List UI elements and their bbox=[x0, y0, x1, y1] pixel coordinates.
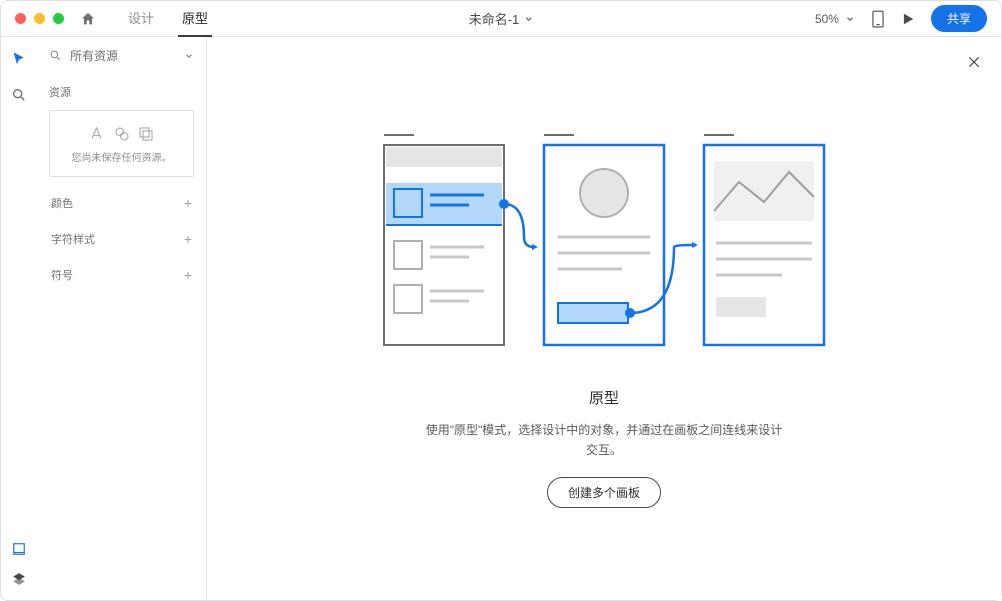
topbar-right: 50% 共享 bbox=[815, 5, 987, 32]
assets-empty-message: 您尚未保存任何资源。 bbox=[58, 151, 185, 166]
canvas: 原型 使用"原型"模式，选择设计中的对象，并通过在画板之间连线来设计交互。 创建… bbox=[207, 37, 1001, 600]
share-button[interactable]: 共享 bbox=[931, 5, 987, 32]
add-charstyle-icon[interactable]: + bbox=[184, 231, 192, 247]
symbols-section[interactable]: 符号 + bbox=[37, 257, 206, 293]
topbar: 设计 原型 未命名-1 50% 共享 bbox=[1, 1, 1001, 37]
layers-panel-icon[interactable] bbox=[12, 572, 26, 586]
assets-empty-icons bbox=[58, 125, 185, 143]
text-style-icon bbox=[89, 125, 107, 143]
search-icon bbox=[49, 49, 62, 62]
create-artboards-button[interactable]: 创建多个画板 bbox=[547, 477, 661, 508]
zoom-dropdown[interactable]: 50% bbox=[815, 12, 855, 26]
home-icon[interactable] bbox=[80, 11, 96, 27]
play-icon[interactable] bbox=[901, 12, 915, 26]
window-controls bbox=[15, 13, 64, 24]
colors-section[interactable]: 颜色 + bbox=[37, 185, 206, 221]
minimize-window[interactable] bbox=[34, 13, 45, 24]
close-hint-icon[interactable] bbox=[967, 55, 981, 69]
selection-tool-icon[interactable] bbox=[11, 51, 27, 67]
prototype-illustration bbox=[374, 127, 834, 357]
hint-body: 使用"原型"模式，选择设计中的对象，并通过在画板之间连线来设计交互。 bbox=[424, 420, 784, 461]
assets-empty-card: 您尚未保存任何资源。 bbox=[49, 110, 194, 177]
assets-panel: 所有资源 资源 您尚未保存任何资源。 颜色 + 字符样式 + 符号 + bbox=[37, 37, 207, 600]
colors-label: 颜色 bbox=[51, 195, 73, 211]
document-title[interactable]: 未命名-1 bbox=[469, 9, 534, 28]
assets-panel-icon[interactable] bbox=[12, 542, 26, 556]
add-color-icon[interactable]: + bbox=[184, 195, 192, 211]
assets-filter-label: 所有资源 bbox=[70, 47, 118, 64]
assets-section-label: 资源 bbox=[37, 72, 206, 106]
symbols-label: 符号 bbox=[51, 267, 73, 283]
search-tool-icon[interactable] bbox=[11, 87, 27, 103]
tab-prototype[interactable]: 原型 bbox=[168, 1, 222, 37]
left-rail bbox=[1, 37, 37, 600]
chevron-down-icon bbox=[845, 14, 855, 24]
chevron-down-icon bbox=[184, 51, 194, 61]
chevron-down-icon bbox=[523, 14, 533, 24]
zoom-value: 50% bbox=[815, 12, 839, 26]
assets-filter-dropdown[interactable]: 所有资源 bbox=[37, 37, 206, 72]
device-preview-icon[interactable] bbox=[871, 10, 885, 28]
document-title-text: 未命名-1 bbox=[469, 9, 520, 28]
tab-design[interactable]: 设计 bbox=[114, 1, 168, 37]
add-symbol-icon[interactable]: + bbox=[184, 267, 192, 283]
maximize-window[interactable] bbox=[53, 13, 64, 24]
hint-title: 原型 bbox=[589, 387, 619, 408]
color-swatch-icon bbox=[113, 125, 131, 143]
charstyles-label: 字符样式 bbox=[51, 231, 95, 247]
character-styles-section[interactable]: 字符样式 + bbox=[37, 221, 206, 257]
mode-tabs: 设计 原型 bbox=[114, 1, 222, 37]
close-window[interactable] bbox=[15, 13, 26, 24]
symbol-icon bbox=[137, 125, 155, 143]
